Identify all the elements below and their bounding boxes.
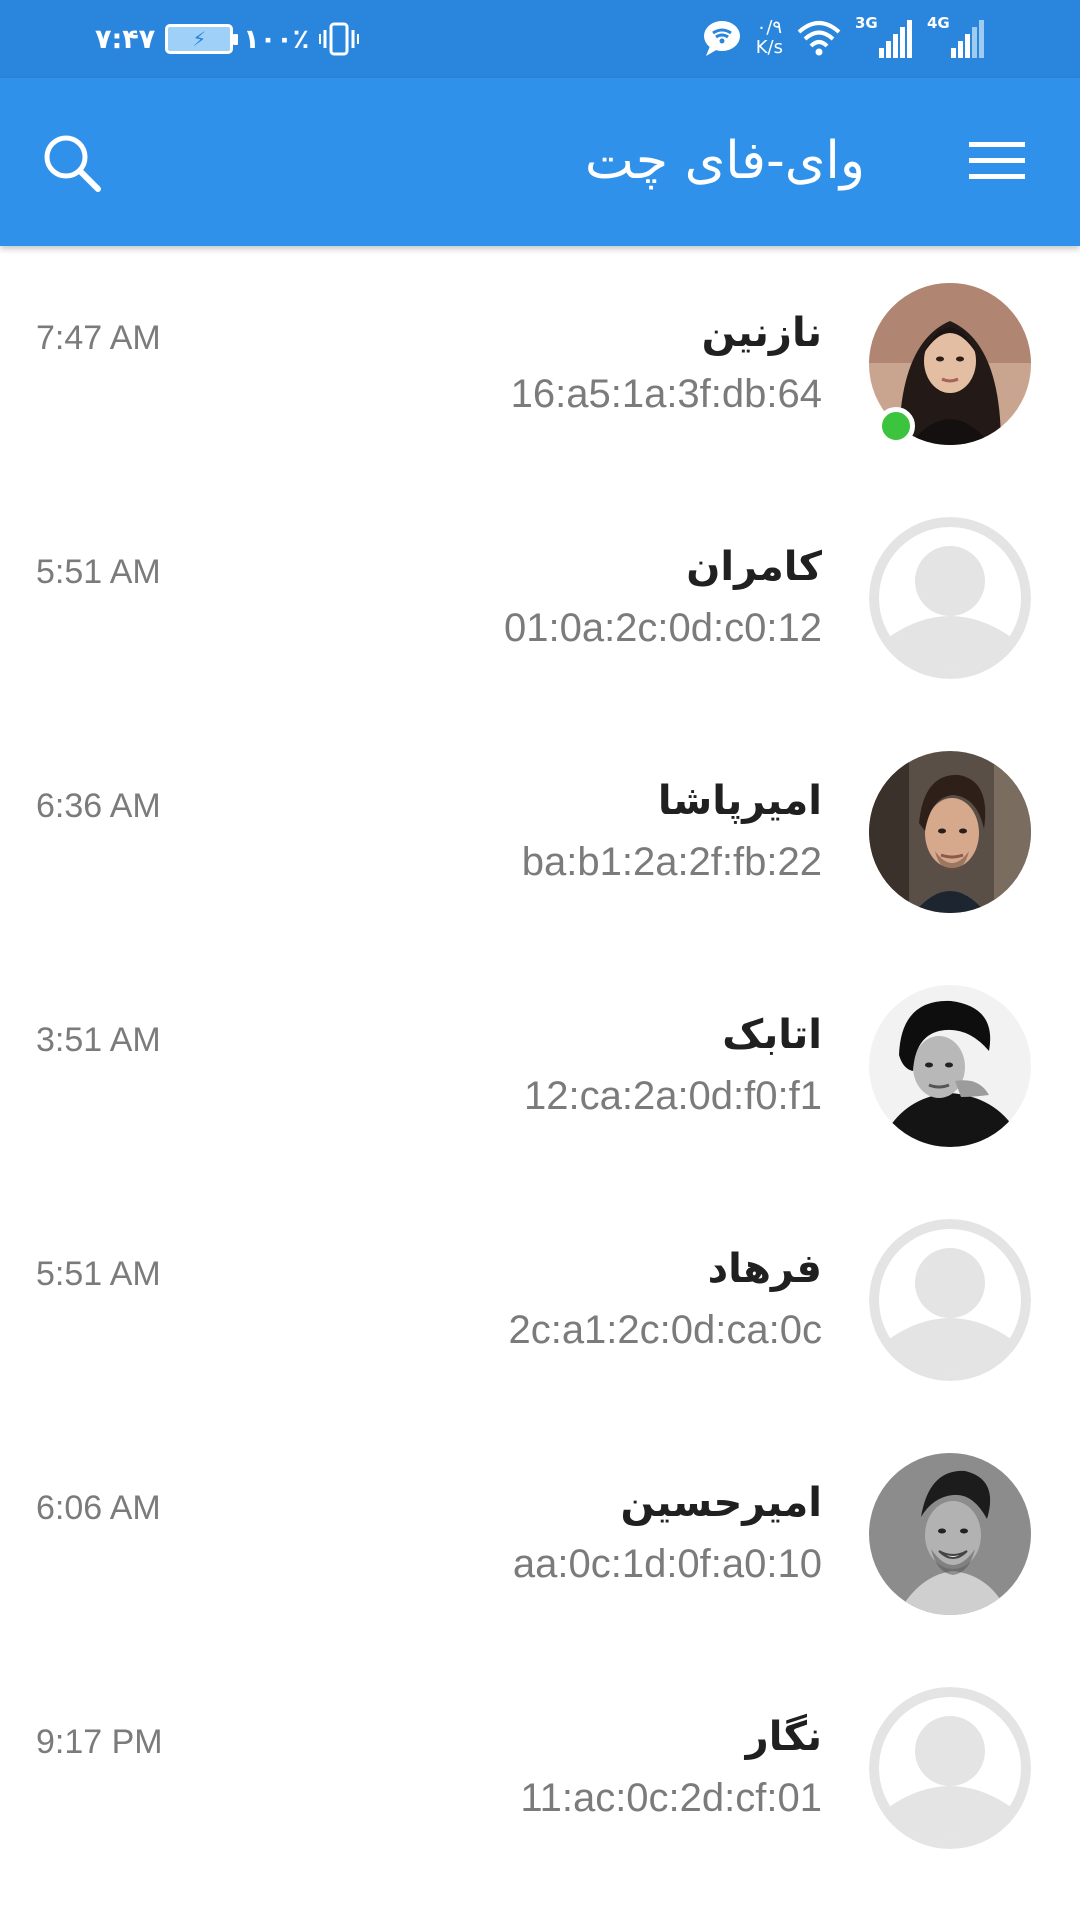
contact-name: نگار bbox=[745, 1714, 822, 1760]
contact-name: اتابک bbox=[722, 1012, 822, 1058]
contact-name: فرهاد bbox=[707, 1246, 822, 1292]
chat-list: نازنین 16:a5:1a:3f:db:64 7:47 AM کامران … bbox=[0, 248, 1080, 1886]
app-bar: وای-فای چت bbox=[0, 78, 1080, 246]
chat-item[interactable]: اتابک 12:ca:2a:0d:f0:f1 3:51 AM bbox=[0, 950, 1080, 1184]
search-button[interactable] bbox=[40, 131, 104, 195]
contact-mac-address: 2c:a1:2c:0d:ca:0c bbox=[508, 1308, 822, 1352]
chat-item[interactable]: امیرپاشا ba:b1:2a:2f:fb:22 6:36 AM bbox=[0, 716, 1080, 950]
avatar-photo-man bbox=[869, 751, 1031, 913]
avatar bbox=[869, 985, 1031, 1147]
online-status-indicator bbox=[877, 407, 915, 445]
chat-item[interactable]: نازنین 16:a5:1a:3f:db:64 7:47 AM bbox=[0, 248, 1080, 482]
avatar bbox=[869, 283, 1031, 445]
app-title: وای-فای چت bbox=[584, 131, 865, 191]
chat-item[interactable]: کامران 01:0a:2c:0d:c0:12 5:51 AM bbox=[0, 482, 1080, 716]
sim2-network-type: 4G bbox=[927, 14, 950, 32]
last-message-time: 9:17 PM bbox=[36, 1723, 163, 1761]
contact-mac-address: aa:0c:1d:0f:a0:10 bbox=[512, 1542, 822, 1586]
contact-name: امیرپاشا bbox=[657, 778, 822, 824]
chat-item[interactable]: نگار 11:ac:0c:2d:cf:01 9:17 PM bbox=[0, 1652, 1080, 1886]
contact-name: امیرحسین bbox=[620, 1480, 822, 1526]
default-avatar-icon bbox=[869, 1219, 1031, 1381]
status-right: ۰/۹ K/s 3G 4G bbox=[702, 12, 985, 64]
avatar bbox=[869, 1687, 1031, 1849]
last-message-time: 6:06 AM bbox=[36, 1489, 161, 1527]
avatar bbox=[869, 1219, 1031, 1381]
status-time: ۷:۴۷ bbox=[95, 23, 156, 55]
avatar-photo-man-bw-smile bbox=[869, 1453, 1031, 1615]
status-bar: ۷:۴۷ ⚡ ۱۰۰٪ ۰/۹ K/s 3G 4G bbox=[0, 0, 1080, 78]
network-speed-value: ۰/۹ bbox=[756, 17, 783, 38]
contact-mac-address: ba:b1:2a:2f:fb:22 bbox=[521, 840, 822, 884]
sim2-signal: 4G bbox=[927, 14, 985, 62]
avatar bbox=[869, 517, 1031, 679]
battery-percent: ۱۰۰٪ bbox=[243, 23, 310, 55]
menu-icon bbox=[969, 142, 1025, 179]
contact-name: نازنین bbox=[701, 310, 822, 356]
last-message-time: 3:51 AM bbox=[36, 1021, 161, 1059]
avatar bbox=[869, 1453, 1031, 1615]
chat-item[interactable]: امیرحسین aa:0c:1d:0f:a0:10 6:06 AM bbox=[0, 1418, 1080, 1652]
contact-mac-address: 12:ca:2a:0d:f0:f1 bbox=[523, 1074, 822, 1118]
contact-mac-address: 11:ac:0c:2d:cf:01 bbox=[520, 1776, 822, 1820]
wifi-icon bbox=[797, 21, 841, 56]
contact-mac-address: 16:a5:1a:3f:db:64 bbox=[510, 372, 822, 416]
avatar bbox=[869, 751, 1031, 913]
last-message-time: 5:51 AM bbox=[36, 553, 161, 591]
last-message-time: 6:36 AM bbox=[36, 787, 161, 825]
battery-icon: ⚡ bbox=[165, 24, 239, 54]
sim1-signal: 3G bbox=[855, 14, 913, 62]
last-message-time: 7:47 AM bbox=[36, 319, 161, 357]
contact-mac-address: 01:0a:2c:0d:c0:12 bbox=[503, 606, 822, 650]
last-message-time: 5:51 AM bbox=[36, 1255, 161, 1293]
search-icon bbox=[44, 135, 101, 192]
menu-button[interactable] bbox=[967, 138, 1027, 184]
chat-item[interactable]: فرهاد 2c:a1:2c:0d:ca:0c 5:51 AM bbox=[0, 1184, 1080, 1418]
charging-bolt-icon: ⚡ bbox=[192, 27, 207, 51]
network-speed-unit: K/s bbox=[755, 37, 783, 58]
contact-name: کامران bbox=[686, 544, 822, 590]
chat-bubble-icon bbox=[703, 21, 740, 56]
status-left: ۷:۴۷ ⚡ ۱۰۰٪ bbox=[95, 18, 360, 60]
network-speed: ۰/۹ K/s bbox=[756, 18, 783, 58]
vibrate-icon bbox=[319, 22, 360, 56]
default-avatar-icon bbox=[869, 1687, 1031, 1849]
avatar-photo-man-bw bbox=[869, 985, 1031, 1147]
sim1-network-type: 3G bbox=[855, 14, 878, 32]
default-avatar-icon bbox=[869, 517, 1031, 679]
